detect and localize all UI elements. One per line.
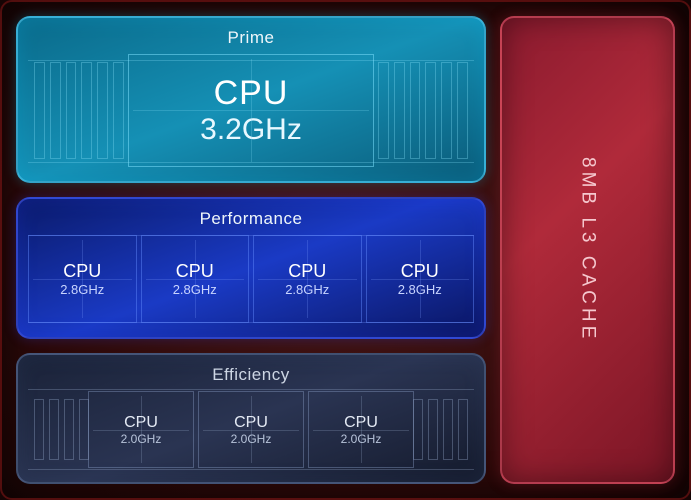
- core-label: CPU: [124, 414, 158, 432]
- core-frequency: 2.0GHz: [341, 432, 382, 446]
- performance-core: CPU 2.8GHz: [28, 235, 137, 324]
- decor-bars: [34, 399, 89, 460]
- efficiency-core: CPU 2.0GHz: [198, 391, 304, 468]
- chip-package: Prime CPU 3.2GHz Performance: [0, 0, 691, 500]
- efficiency-core: CPU 2.0GHz: [88, 391, 194, 468]
- efficiency-core-row: CPU 2.0GHz CPU 2.0GHz CPU 2.0GHz: [28, 391, 474, 468]
- core-label: CPU: [288, 261, 326, 282]
- decor-rail: [28, 469, 474, 470]
- core-label: CPU: [401, 261, 439, 282]
- performance-core: CPU 2.8GHz: [141, 235, 250, 324]
- performance-core-row: CPU 2.8GHz CPU 2.8GHz CPU 2.8GHz CPU 2.8…: [28, 235, 474, 324]
- efficiency-cluster: Efficiency CPU 2.0GHz CPU 2.0GHz CPU: [16, 353, 486, 484]
- prime-core: CPU 3.2GHz: [128, 54, 374, 167]
- efficiency-title: Efficiency: [212, 365, 289, 385]
- core-frequency: 2.0GHz: [121, 432, 162, 446]
- cpu-clusters-column: Prime CPU 3.2GHz Performance: [16, 16, 486, 484]
- prime-title: Prime: [228, 28, 275, 48]
- efficiency-core: CPU 2.0GHz: [308, 391, 414, 468]
- core-label: CPU: [63, 261, 101, 282]
- core-label: CPU: [344, 414, 378, 432]
- decor-rail: [28, 389, 474, 390]
- l3-cache-block: 8MB L3 CACHE: [500, 16, 675, 484]
- core-frequency: 3.2GHz: [200, 113, 302, 147]
- core-label: CPU: [214, 74, 289, 113]
- prime-core-row: CPU 3.2GHz: [28, 54, 474, 167]
- chip-layout: Prime CPU 3.2GHz Performance: [16, 16, 675, 484]
- core-frequency: 2.8GHz: [173, 282, 217, 297]
- prime-cluster: Prime CPU 3.2GHz: [16, 16, 486, 183]
- decor-bars: [34, 62, 124, 159]
- performance-cluster: Performance CPU 2.8GHz CPU 2.8GHz CPU 2.…: [16, 197, 486, 340]
- decor-bars: [413, 399, 468, 460]
- cache-label: 8MB L3 CACHE: [577, 157, 599, 342]
- core-frequency: 2.8GHz: [398, 282, 442, 297]
- performance-core: CPU 2.8GHz: [366, 235, 475, 324]
- core-label: CPU: [176, 261, 214, 282]
- performance-core: CPU 2.8GHz: [253, 235, 362, 324]
- core-frequency: 2.8GHz: [60, 282, 104, 297]
- core-frequency: 2.0GHz: [231, 432, 272, 446]
- core-label: CPU: [234, 414, 268, 432]
- core-frequency: 2.8GHz: [285, 282, 329, 297]
- performance-title: Performance: [200, 209, 303, 229]
- decor-bars: [378, 62, 468, 159]
